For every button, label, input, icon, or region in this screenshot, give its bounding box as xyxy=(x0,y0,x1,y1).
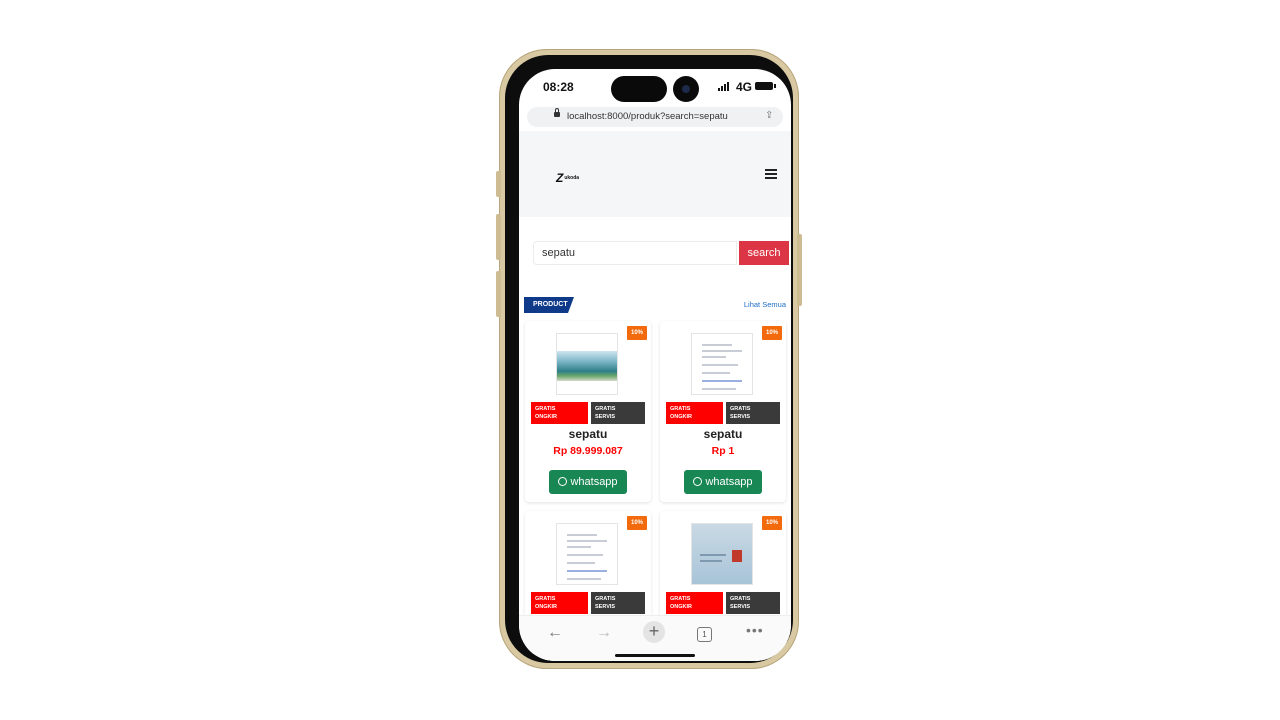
menu-icon[interactable] xyxy=(765,169,777,181)
back-arrow-icon[interactable]: ← xyxy=(547,624,563,642)
see-all-link[interactable]: Lihat Semua xyxy=(744,300,786,309)
share-icon[interactable]: ⇪ xyxy=(765,110,773,121)
search-input[interactable] xyxy=(533,241,737,265)
product-image[interactable] xyxy=(556,523,618,585)
product-card[interactable]: 10% GRATIS ONGKIR GRATIS SERVIS sepatu Rp … xyxy=(660,321,786,502)
status-time: 08:28 xyxy=(543,80,574,94)
free-shipping-tag: GRATIS ONGKIR xyxy=(666,592,723,614)
product-price: Rp 89.999.087 xyxy=(553,445,623,457)
battery-icon xyxy=(755,82,776,90)
status-bar: 08:28 4G xyxy=(519,69,791,107)
whatsapp-label: whatsapp xyxy=(705,476,753,488)
site-logo[interactable]: Z ukoda xyxy=(556,171,579,185)
product-name[interactable]: sepatu xyxy=(660,427,786,441)
product-tags: GRATIS ONGKIR GRATIS SERVIS xyxy=(666,402,780,424)
product-tags: GRATIS ONGKIR GRATIS SERVIS xyxy=(531,592,645,614)
volume-down-button xyxy=(496,271,501,317)
address-bar[interactable]: localhost:8000/produk?search=sepatu ⇪ xyxy=(527,107,783,127)
product-tags: GRATIS ONGKIR GRATIS SERVIS xyxy=(531,402,645,424)
signal-icon xyxy=(718,82,729,91)
section-label: PRODUCT xyxy=(524,297,574,313)
product-card[interactable]: 10% GRATIS ONGKIR GRATIS SERVIS sepatu Rp … xyxy=(525,321,651,502)
phone-bezel: 08:28 4G localhost:8000/produk?search=se… xyxy=(505,55,793,663)
forward-arrow-icon[interactable]: → xyxy=(596,624,612,642)
free-service-tag: GRATIS SERVIS xyxy=(726,592,780,614)
plus-icon[interactable]: + xyxy=(643,621,665,643)
mute-switch xyxy=(496,171,501,197)
free-service-tag: GRATIS SERVIS xyxy=(591,402,645,424)
discount-badge: 10% xyxy=(627,326,647,340)
whatsapp-button[interactable]: whatsapp xyxy=(549,470,627,494)
phone-frame: 08:28 4G localhost:8000/produk?search=se… xyxy=(496,49,802,669)
free-shipping-tag: GRATIS ONGKIR xyxy=(531,592,588,614)
browser-toolbar: ← → + 1 ••• xyxy=(519,615,791,661)
home-indicator[interactable] xyxy=(615,654,695,657)
site-header: Z ukoda xyxy=(519,131,791,217)
lock-icon xyxy=(554,108,560,117)
logo-text: ukoda xyxy=(564,175,580,181)
power-button xyxy=(797,234,802,306)
tab-count: 1 xyxy=(702,630,707,639)
discount-badge: 10% xyxy=(762,516,782,530)
product-name[interactable]: sepatu xyxy=(525,427,651,441)
camera-icon xyxy=(673,76,699,102)
product-image[interactable] xyxy=(691,333,753,395)
product-image[interactable] xyxy=(556,333,618,395)
url-text: localhost:8000/produk?search=sepatu xyxy=(567,111,728,122)
network-label: 4G xyxy=(736,80,753,94)
product-image[interactable] xyxy=(691,523,753,585)
discount-badge: 10% xyxy=(762,326,782,340)
free-shipping-tag: GRATIS ONGKIR xyxy=(531,402,588,424)
product-tags: GRATIS ONGKIR GRATIS SERVIS xyxy=(666,592,780,614)
search-form: search xyxy=(533,241,789,267)
whatsapp-icon xyxy=(693,476,703,486)
logo-mark: Z xyxy=(556,171,564,185)
more-icon[interactable]: ••• xyxy=(746,622,764,638)
discount-badge: 10% xyxy=(627,516,647,530)
free-service-tag: GRATIS SERVIS xyxy=(726,402,780,424)
whatsapp-icon xyxy=(558,476,568,486)
free-service-tag: GRATIS SERVIS xyxy=(591,592,645,614)
whatsapp-button[interactable]: whatsapp xyxy=(684,470,762,494)
volume-up-button xyxy=(496,214,501,260)
phone-screen: 08:28 4G localhost:8000/produk?search=se… xyxy=(519,69,791,661)
tabs-icon[interactable]: 1 xyxy=(697,627,712,642)
search-button[interactable]: search xyxy=(739,241,789,265)
dynamic-island xyxy=(611,76,667,102)
whatsapp-label: whatsapp xyxy=(570,476,618,488)
free-shipping-tag: GRATIS ONGKIR xyxy=(666,402,723,424)
product-price: Rp 1 xyxy=(711,445,735,457)
product-section-header: PRODUCT Lihat Semua xyxy=(524,297,786,313)
